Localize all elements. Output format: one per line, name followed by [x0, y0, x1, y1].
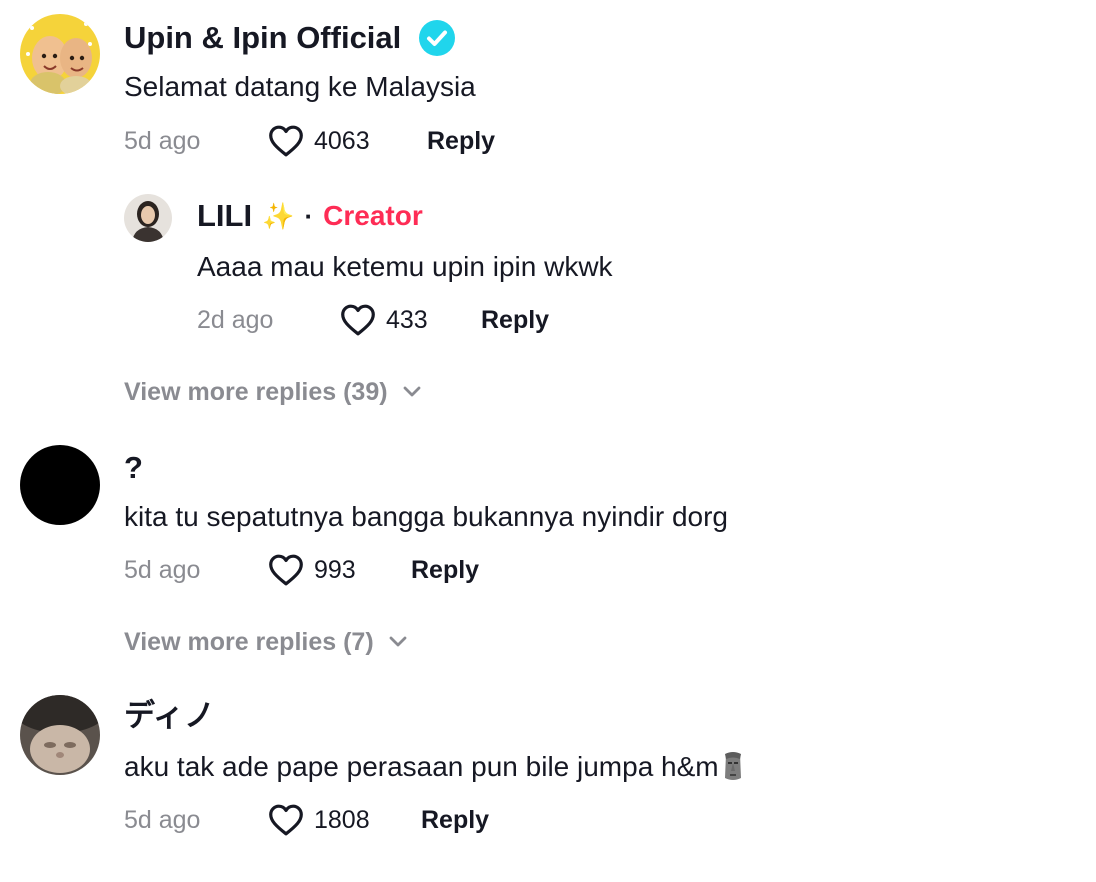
comment-text: aku tak ade pape perasaan pun bile jumpa… — [124, 751, 719, 782]
comment-text: Selamat datang ke Malaysia — [124, 71, 476, 102]
view-more-replies-button[interactable]: View more replies (39) — [124, 377, 422, 407]
comment-timestamp: 5d ago — [124, 556, 201, 584]
chevron-down-icon — [388, 635, 408, 649]
comment-username[interactable]: Upin & Ipin Official — [124, 20, 401, 56]
heart-icon[interactable] — [268, 125, 304, 157]
heart-icon[interactable] — [340, 304, 376, 336]
reply-button[interactable]: Reply — [481, 305, 549, 335]
like-count: 4063 — [314, 127, 370, 155]
reply-button[interactable]: Reply — [421, 805, 489, 835]
creator-badge: Creator — [323, 200, 423, 231]
view-more-replies-button[interactable]: View more replies (7) — [124, 627, 408, 657]
comment-username[interactable]: ディノ — [124, 698, 215, 734]
avatar-dino[interactable] — [20, 695, 100, 775]
like-count: 993 — [314, 556, 356, 584]
comment-text: kita tu sepatutnya bangga bukannya nyind… — [124, 501, 728, 532]
reply-timestamp: 2d ago — [197, 306, 274, 334]
avatar-lili[interactable] — [124, 194, 172, 242]
comment-username[interactable]: ? — [124, 450, 143, 486]
separator-dot: · — [304, 200, 314, 231]
like-button[interactable]: 993 — [268, 554, 356, 586]
verified-badge-icon — [419, 20, 456, 56]
avatar-question[interactable] — [20, 445, 100, 525]
chevron-down-icon — [402, 385, 422, 399]
view-more-label: View more replies (7) — [124, 628, 374, 656]
like-button[interactable]: 1808 — [268, 804, 370, 836]
heart-icon[interactable] — [268, 804, 304, 836]
reply-button[interactable]: Reply — [411, 555, 479, 585]
like-button[interactable]: 433 — [340, 304, 428, 336]
comment-timestamp: 5d ago — [124, 806, 201, 834]
reply-text: Aaaa mau ketemu upin ipin wkwk — [197, 251, 613, 282]
reply-button[interactable]: Reply — [427, 126, 495, 156]
heart-icon[interactable] — [268, 554, 304, 586]
avatar-upin-ipin[interactable] — [20, 14, 100, 94]
sparkles-emoji: ✨ — [262, 200, 295, 231]
view-more-label: View more replies (39) — [124, 378, 388, 406]
like-count: 1808 — [314, 806, 370, 834]
like-count: 433 — [386, 306, 428, 334]
like-button[interactable]: 4063 — [268, 125, 370, 157]
reply-username[interactable]: LILI — [197, 198, 252, 234]
comment-timestamp: 5d ago — [124, 127, 201, 155]
moai-emoji-icon — [721, 751, 745, 783]
